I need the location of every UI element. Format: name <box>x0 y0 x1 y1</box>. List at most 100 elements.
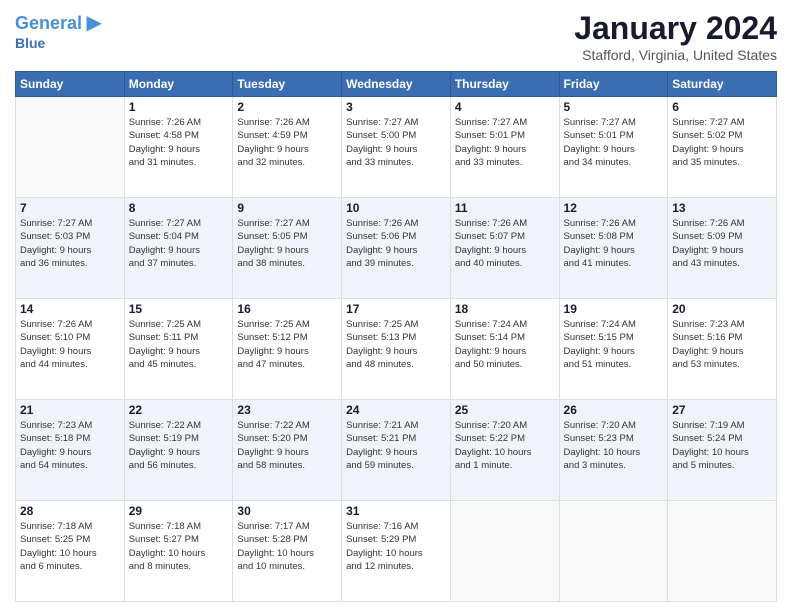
day-number: 30 <box>237 504 337 518</box>
day-number: 13 <box>672 201 772 215</box>
day-info: Sunrise: 7:26 AMSunset: 4:59 PMDaylight:… <box>237 116 337 169</box>
calendar-cell: 20 Sunrise: 7:23 AMSunset: 5:16 PMDayligh… <box>668 299 777 400</box>
day-info: Sunrise: 7:17 AMSunset: 5:28 PMDaylight:… <box>237 520 337 573</box>
day-info: Sunrise: 7:19 AMSunset: 5:24 PMDaylight:… <box>672 419 772 472</box>
logo-general: General <box>15 13 82 33</box>
day-number: 24 <box>346 403 446 417</box>
day-number: 12 <box>564 201 664 215</box>
day-info: Sunrise: 7:16 AMSunset: 5:29 PMDaylight:… <box>346 520 446 573</box>
calendar-cell: 15 Sunrise: 7:25 AMSunset: 5:11 PMDayligh… <box>124 299 233 400</box>
day-info: Sunrise: 7:26 AMSunset: 5:10 PMDaylight:… <box>20 318 120 371</box>
calendar-cell: 10Sunrise: 7:26 AMSunset: 5:06 PMDayligh… <box>342 198 451 299</box>
day-number: 29 <box>129 504 229 518</box>
day-number: 19 <box>564 302 664 316</box>
day-number: 8 <box>129 201 229 215</box>
page: General ▶ Blue January 2024 Stafford, Vi… <box>0 0 792 612</box>
title-section: January 2024 Stafford, Virginia, United … <box>574 10 777 63</box>
day-number: 26 <box>564 403 664 417</box>
day-number: 25 <box>455 403 555 417</box>
day-info: Sunrise: 7:25 AMSunset: 5:11 PMDaylight:… <box>129 318 229 371</box>
day-info: Sunrise: 7:24 AMSunset: 5:15 PMDaylight:… <box>564 318 664 371</box>
logo: General ▶ Blue <box>15 10 102 51</box>
calendar-cell: 3 Sunrise: 7:27 AMSunset: 5:00 PMDaylight… <box>342 97 451 198</box>
day-number: 21 <box>20 403 120 417</box>
calendar-cell: 5Sunrise: 7:27 AMSunset: 5:01 PMDaylight… <box>559 97 668 198</box>
calendar-cell: 25Sunrise: 7:20 AMSunset: 5:22 PMDayligh… <box>450 400 559 501</box>
calendar-cell: 31 Sunrise: 7:16 AMSunset: 5:29 PMDayligh… <box>342 501 451 602</box>
header-sunday: Sunday <box>16 72 125 97</box>
calendar-cell: 4Sunrise: 7:27 AMSunset: 5:01 PMDaylight… <box>450 97 559 198</box>
logo-bird-icon: ▶ <box>87 12 102 34</box>
day-number: 6 <box>672 100 772 114</box>
day-info: Sunrise: 7:27 AMSunset: 5:00 PMDaylight:… <box>346 116 446 169</box>
day-info: Sunrise: 7:26 AMSunset: 5:08 PMDaylight:… <box>564 217 664 270</box>
day-number: 14 <box>20 302 120 316</box>
calendar-cell: 11 Sunrise: 7:26 AMSunset: 5:07 PMDayligh… <box>450 198 559 299</box>
day-info: Sunrise: 7:27 AMSunset: 5:01 PMDaylight:… <box>455 116 555 169</box>
location-title: Stafford, Virginia, United States <box>574 47 777 63</box>
day-number: 5 <box>564 100 664 114</box>
day-info: Sunrise: 7:22 AMSunset: 5:20 PMDaylight:… <box>237 419 337 472</box>
day-info: Sunrise: 7:20 AMSunset: 5:23 PMDaylight:… <box>564 419 664 472</box>
day-info: Sunrise: 7:26 AMSunset: 5:09 PMDaylight:… <box>672 217 772 270</box>
day-info: Sunrise: 7:24 AMSunset: 5:14 PMDaylight:… <box>455 318 555 371</box>
header-wednesday: Wednesday <box>342 72 451 97</box>
header-friday: Friday <box>559 72 668 97</box>
calendar-cell: 8 Sunrise: 7:27 AMSunset: 5:04 PMDaylight… <box>124 198 233 299</box>
weekday-header-row: Sunday Monday Tuesday Wednesday Thursday… <box>16 72 777 97</box>
calendar-cell: 13 Sunrise: 7:26 AMSunset: 5:09 PMDayligh… <box>668 198 777 299</box>
calendar: Sunday Monday Tuesday Wednesday Thursday… <box>15 71 777 602</box>
calendar-cell: 2Sunrise: 7:26 AMSunset: 4:59 PMDaylight… <box>233 97 342 198</box>
header-tuesday: Tuesday <box>233 72 342 97</box>
calendar-week-row: 14 Sunrise: 7:26 AMSunset: 5:10 PMDayligh… <box>16 299 777 400</box>
calendar-cell <box>559 501 668 602</box>
day-info: Sunrise: 7:18 AMSunset: 5:27 PMDaylight:… <box>129 520 229 573</box>
day-number: 7 <box>20 201 120 215</box>
calendar-week-row: 21Sunrise: 7:23 AMSunset: 5:18 PMDayligh… <box>16 400 777 501</box>
calendar-week-row: 1 Sunrise: 7:26 AMSunset: 4:58 PMDaylight… <box>16 97 777 198</box>
day-info: Sunrise: 7:26 AMSunset: 5:07 PMDaylight:… <box>455 217 555 270</box>
day-info: Sunrise: 7:25 AMSunset: 5:13 PMDaylight:… <box>346 318 446 371</box>
calendar-cell: 16 Sunrise: 7:25 AMSunset: 5:12 PMDayligh… <box>233 299 342 400</box>
calendar-cell: 23 Sunrise: 7:22 AMSunset: 5:20 PMDayligh… <box>233 400 342 501</box>
calendar-cell: 1 Sunrise: 7:26 AMSunset: 4:58 PMDaylight… <box>124 97 233 198</box>
calendar-cell: 29 Sunrise: 7:18 AMSunset: 5:27 PMDayligh… <box>124 501 233 602</box>
calendar-cell: 19 Sunrise: 7:24 AMSunset: 5:15 PMDayligh… <box>559 299 668 400</box>
header: General ▶ Blue January 2024 Stafford, Vi… <box>15 10 777 63</box>
day-info: Sunrise: 7:27 AMSunset: 5:03 PMDaylight:… <box>20 217 120 270</box>
calendar-cell: 9Sunrise: 7:27 AMSunset: 5:05 PMDaylight… <box>233 198 342 299</box>
calendar-cell: 30 Sunrise: 7:17 AMSunset: 5:28 PMDayligh… <box>233 501 342 602</box>
day-number: 31 <box>346 504 446 518</box>
calendar-cell: 22Sunrise: 7:22 AMSunset: 5:19 PMDayligh… <box>124 400 233 501</box>
day-info: Sunrise: 7:25 AMSunset: 5:12 PMDaylight:… <box>237 318 337 371</box>
day-number: 28 <box>20 504 120 518</box>
day-number: 16 <box>237 302 337 316</box>
day-number: 3 <box>346 100 446 114</box>
day-info: Sunrise: 7:23 AMSunset: 5:16 PMDaylight:… <box>672 318 772 371</box>
calendar-week-row: 28 Sunrise: 7:18 AMSunset: 5:25 PMDayligh… <box>16 501 777 602</box>
day-info: Sunrise: 7:26 AMSunset: 5:06 PMDaylight:… <box>346 217 446 270</box>
day-number: 20 <box>672 302 772 316</box>
header-thursday: Thursday <box>450 72 559 97</box>
day-number: 11 <box>455 201 555 215</box>
calendar-cell: 14 Sunrise: 7:26 AMSunset: 5:10 PMDayligh… <box>16 299 125 400</box>
day-info: Sunrise: 7:18 AMSunset: 5:25 PMDaylight:… <box>20 520 120 573</box>
day-number: 17 <box>346 302 446 316</box>
day-number: 18 <box>455 302 555 316</box>
day-number: 9 <box>237 201 337 215</box>
calendar-cell <box>16 97 125 198</box>
header-monday: Monday <box>124 72 233 97</box>
day-number: 23 <box>237 403 337 417</box>
day-number: 1 <box>129 100 229 114</box>
calendar-cell: 28 Sunrise: 7:18 AMSunset: 5:25 PMDayligh… <box>16 501 125 602</box>
day-info: Sunrise: 7:27 AMSunset: 5:04 PMDaylight:… <box>129 217 229 270</box>
day-number: 27 <box>672 403 772 417</box>
day-number: 22 <box>129 403 229 417</box>
day-number: 15 <box>129 302 229 316</box>
calendar-cell: 12 Sunrise: 7:26 AMSunset: 5:08 PMDayligh… <box>559 198 668 299</box>
day-info: Sunrise: 7:26 AMSunset: 4:58 PMDaylight:… <box>129 116 229 169</box>
month-title: January 2024 <box>574 10 777 47</box>
calendar-cell: 18 Sunrise: 7:24 AMSunset: 5:14 PMDayligh… <box>450 299 559 400</box>
day-info: Sunrise: 7:27 AMSunset: 5:02 PMDaylight:… <box>672 116 772 169</box>
calendar-cell: 21Sunrise: 7:23 AMSunset: 5:18 PMDayligh… <box>16 400 125 501</box>
